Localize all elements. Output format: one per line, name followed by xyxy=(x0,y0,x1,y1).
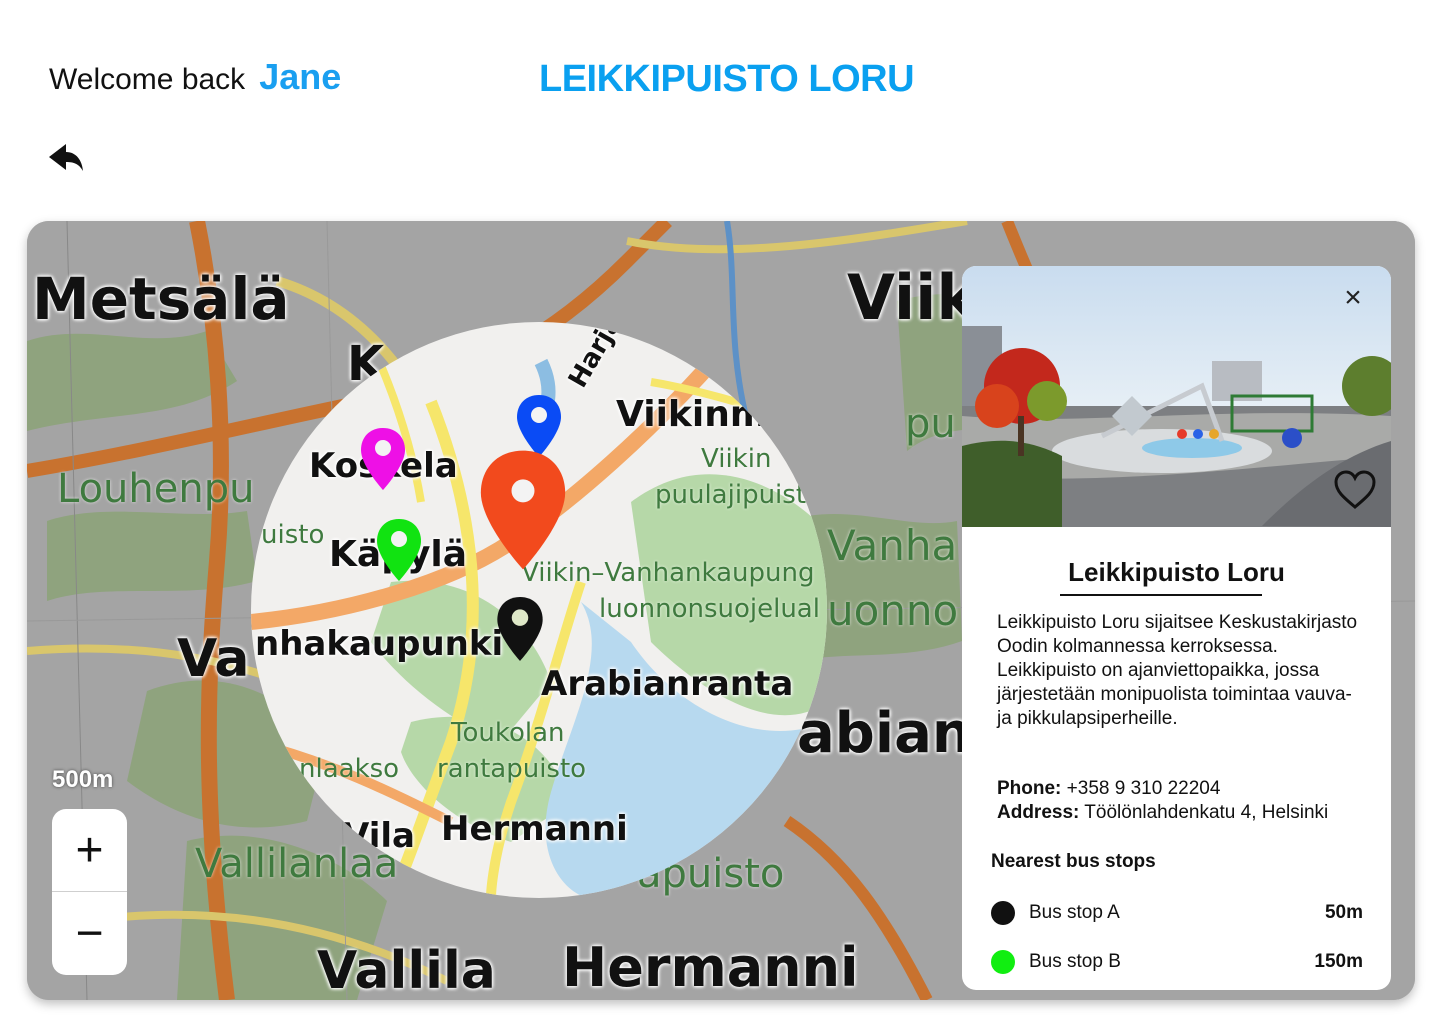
map-pin-kapyla[interactable] xyxy=(375,517,423,583)
map-magnifier-lens[interactable]: Koskela Viikinmä Viikin puulajipuisto Kä… xyxy=(251,322,827,898)
zoom-controls: + − xyxy=(52,809,127,975)
bus-stop-dot-icon xyxy=(991,901,1015,925)
place-description: Leikkipuisto Loru sijaitsee Keskustakirj… xyxy=(997,612,1358,729)
bus-stop-distance: 50m xyxy=(1324,902,1363,923)
map-scale-label: 500m xyxy=(52,766,114,793)
map-label: rantapuisto xyxy=(437,754,587,784)
address-label: Address: xyxy=(997,802,1080,823)
phone-label: Phone: xyxy=(997,778,1062,799)
heart-icon xyxy=(1334,470,1376,509)
close-panel-button[interactable]: × xyxy=(1337,281,1369,314)
zoom-in-button[interactable]: + xyxy=(52,809,127,892)
map-pin-selected[interactable] xyxy=(477,446,569,574)
map-label: uisto xyxy=(261,520,325,550)
map-label: Vila xyxy=(343,816,415,856)
bus-stops-heading: Nearest bus stops xyxy=(991,851,1156,872)
address-value: Töölönlahdenkatu 4, Helsinki xyxy=(1084,802,1329,823)
map-label: Vallila xyxy=(317,941,496,1000)
bus-stop-dot-icon xyxy=(991,950,1015,974)
map-pin-koskela[interactable] xyxy=(359,426,407,492)
bus-stop-row[interactable]: Bus stop A 50m xyxy=(991,898,1363,928)
map-label: nlaakso xyxy=(299,754,400,784)
map-label: Hermanni xyxy=(441,809,628,849)
contact-info: Phone: +358 9 310 22204 Address: Töölönl… xyxy=(997,777,1328,825)
phone-row: Phone: +358 9 310 22204 xyxy=(997,777,1328,801)
map-label: Va xyxy=(177,629,250,689)
map-label: puulajipuisto xyxy=(655,480,822,510)
map-label: luonnonsuojelual xyxy=(599,594,820,624)
map-label: abian xyxy=(797,701,972,766)
title-underline xyxy=(1060,594,1262,596)
welcome-text: Welcome back xyxy=(49,63,246,96)
minus-icon: − xyxy=(75,907,104,960)
place-info-panel: × Leikkipuisto Loru Leikkipuisto Loru si… xyxy=(962,266,1391,990)
address-row: Address: Töölönlahdenkatu 4, Helsinki xyxy=(997,801,1328,825)
zoom-out-button[interactable]: − xyxy=(52,892,127,975)
map-label: Toukolan xyxy=(451,718,565,748)
favorite-button[interactable] xyxy=(1333,469,1377,511)
map-view[interactable]: Metsälä Viik K Louhenpu pu Vanha uonno V… xyxy=(27,221,1415,1000)
map-label: Arabianranta xyxy=(541,664,794,704)
bus-stop-name: Bus stop A xyxy=(1029,902,1120,923)
map-label: Metsälä xyxy=(32,265,290,333)
user-name: Jane xyxy=(259,56,342,97)
back-arrow-icon xyxy=(49,144,83,171)
place-title: Leikkipuisto Loru xyxy=(1068,557,1285,587)
map-label: Louhenpu xyxy=(57,466,255,512)
bus-stop-row[interactable]: Bus stop B 150m xyxy=(991,947,1363,977)
close-icon: × xyxy=(1344,281,1362,314)
bus-stop-distance: 150m xyxy=(1314,951,1363,972)
map-label: Hermanni xyxy=(562,936,859,999)
page-title: LEIKKIPUISTO LORU xyxy=(539,58,915,100)
welcome-greeting: Welcome back Jane xyxy=(49,56,341,98)
place-photo xyxy=(962,266,1391,527)
back-button[interactable] xyxy=(46,140,86,176)
map-label: Viik xyxy=(847,261,978,334)
phone-number[interactable]: +358 9 310 22204 xyxy=(1067,778,1221,799)
map-label: uonno xyxy=(827,586,959,635)
bus-stop-name: Bus stop B xyxy=(1029,951,1121,972)
map-label: Viikin xyxy=(701,444,772,474)
map-pin-arabia[interactable] xyxy=(495,595,545,663)
plus-icon: + xyxy=(75,823,104,877)
map-label: Vanha xyxy=(827,521,958,570)
map-label: pu xyxy=(905,401,956,447)
map-label: Viikinmä xyxy=(616,394,792,435)
map-label: nhakaupunki xyxy=(255,624,504,664)
